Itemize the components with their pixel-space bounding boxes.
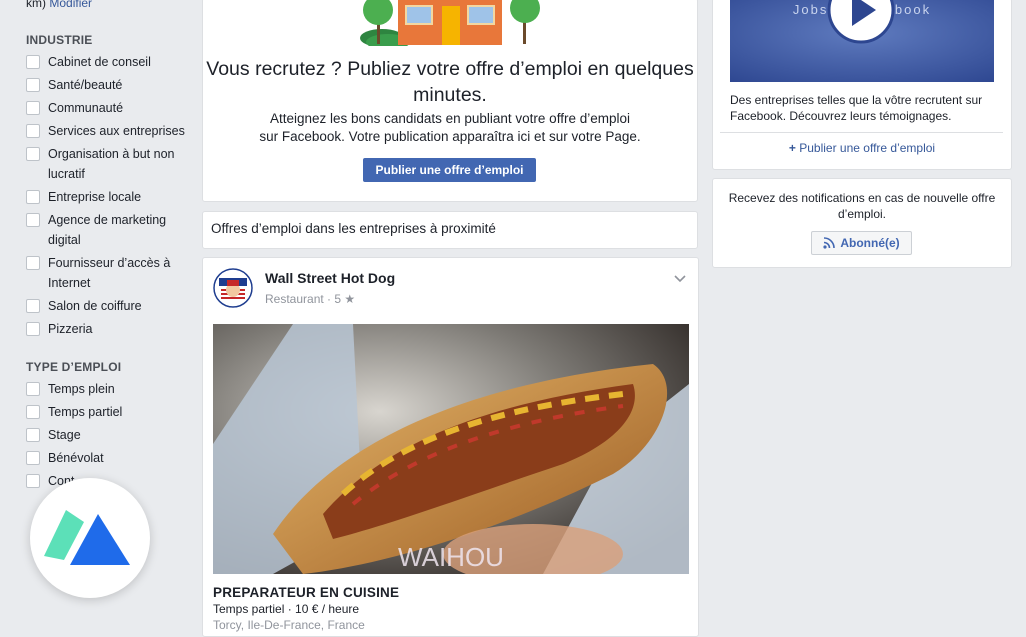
brand-logo-badge [30, 478, 150, 598]
publish-job-link-label: Publier une offre d’emploi [799, 141, 936, 155]
filter-option[interactable]: Organisation à but non lucratif [26, 144, 191, 184]
job-type-heading: TYPE D’EMPLOI [26, 360, 122, 374]
checkbox[interactable] [26, 451, 40, 465]
testimonials-description: Des entreprises telles que la vôtre recr… [730, 93, 983, 123]
publish-job-button[interactable]: Publier une offre d’emploi [363, 158, 536, 182]
rss-icon [823, 237, 836, 249]
job-photo[interactable]: WAIHOU [213, 324, 689, 574]
option-label: Cabinet de conseil [48, 55, 151, 69]
industry-heading: INDUSTRIE [26, 33, 93, 47]
option-label: Temps partiel [48, 405, 123, 419]
checkbox[interactable] [26, 55, 40, 69]
job-location: Torcy, Ile-De-France, France [213, 618, 365, 632]
job-title[interactable]: PREPARATEUR EN CUISINE [213, 585, 399, 600]
notifications-text: Recevez des notifications en cas de nouv… [728, 191, 996, 221]
checkbox[interactable] [26, 124, 40, 138]
publish-title: Vous recrutez ? Publiez votre offre d’em… [206, 58, 694, 106]
job-details: Temps partiel · 10 € / heure [213, 602, 360, 616]
checkbox[interactable] [26, 382, 40, 396]
business-name[interactable]: Wall Street Hot Dog [265, 270, 395, 286]
subscribed-button[interactable]: Abonné(e) [811, 231, 912, 255]
checkbox[interactable] [26, 322, 40, 336]
option-label: Fournisseur d’accès à Internet [48, 256, 171, 290]
option-label: Bénévolat [48, 451, 104, 465]
option-label: Salon de coiffure [48, 299, 142, 313]
option-label: Communauté [48, 101, 124, 115]
brand-logo-icon [44, 510, 130, 565]
hot-dog-image: WAIHOU [213, 324, 689, 574]
publish-job-link[interactable]: + Publier une offre d’emploi [712, 141, 1012, 155]
checkbox[interactable] [26, 147, 40, 161]
shop-illustration-icon [360, 0, 540, 46]
option-label: Organisation à but non lucratif [48, 147, 175, 181]
checkbox[interactable] [26, 213, 40, 227]
divider [720, 132, 1003, 133]
video-thumbnail[interactable]: Jobs on Facebook [730, 0, 994, 82]
filter-option[interactable]: Services aux entreprises [26, 121, 191, 141]
filter-option[interactable]: Bénévolat [26, 448, 191, 468]
distance-filter: km) Modifier [26, 0, 92, 10]
option-label: Agence de marketing digital [48, 213, 167, 247]
nearby-jobs-label: Offres d’emploi dans les entreprises à p… [211, 221, 496, 236]
nearby-jobs-header: Offres d’emploi dans les entreprises à p… [202, 211, 698, 249]
publish-subtitle-line: Atteignez les bons candidats en publiant… [270, 111, 630, 126]
filter-option[interactable]: Entreprise locale [26, 187, 191, 207]
checkbox[interactable] [26, 256, 40, 270]
filter-option[interactable]: Temps partiel [26, 402, 191, 422]
distance-text: km) [26, 0, 46, 10]
filter-option[interactable]: Santé/beauté [26, 75, 191, 95]
video-preview: Jobs on Facebook [730, 0, 994, 82]
filter-option[interactable]: Cabinet de conseil [26, 52, 191, 72]
business-avatar[interactable] [213, 268, 253, 308]
filter-option[interactable]: Stage [26, 425, 191, 445]
checkbox[interactable] [26, 299, 40, 313]
option-label: Pizzeria [48, 322, 93, 336]
filter-option[interactable]: Pizzeria [26, 319, 191, 339]
publish-subtitle: Atteignez les bons candidats en publiant… [202, 110, 698, 146]
subscribed-label: Abonné(e) [840, 236, 900, 250]
publish-subtitle-line: sur Facebook. Votre publication apparaît… [259, 129, 641, 144]
photo-watermark: WAIHOU [398, 542, 504, 572]
checkbox[interactable] [26, 190, 40, 204]
option-label: Entreprise locale [48, 190, 142, 204]
option-label: Santé/beauté [48, 78, 123, 92]
modify-link[interactable]: Modifier [49, 0, 92, 10]
option-label: Services aux entreprises [48, 124, 185, 138]
filter-option[interactable]: Communauté [26, 98, 191, 118]
checkbox[interactable] [26, 428, 40, 442]
filter-option[interactable]: Salon de coiffure [26, 296, 191, 316]
filter-option[interactable]: Fournisseur d’accès à Internet [26, 253, 191, 293]
option-label: Stage [48, 428, 81, 442]
filter-option[interactable]: Agence de marketing digital [26, 210, 191, 250]
checkbox[interactable] [26, 101, 40, 115]
chevron-down-icon[interactable] [672, 272, 688, 286]
filter-option[interactable]: Temps plein [26, 379, 191, 399]
checkbox[interactable] [26, 405, 40, 419]
plus-icon: + [788, 141, 796, 155]
business-meta: Restaurant · 5 ★ [265, 292, 356, 306]
checkbox[interactable] [26, 78, 40, 92]
option-label: Temps plein [48, 382, 115, 396]
